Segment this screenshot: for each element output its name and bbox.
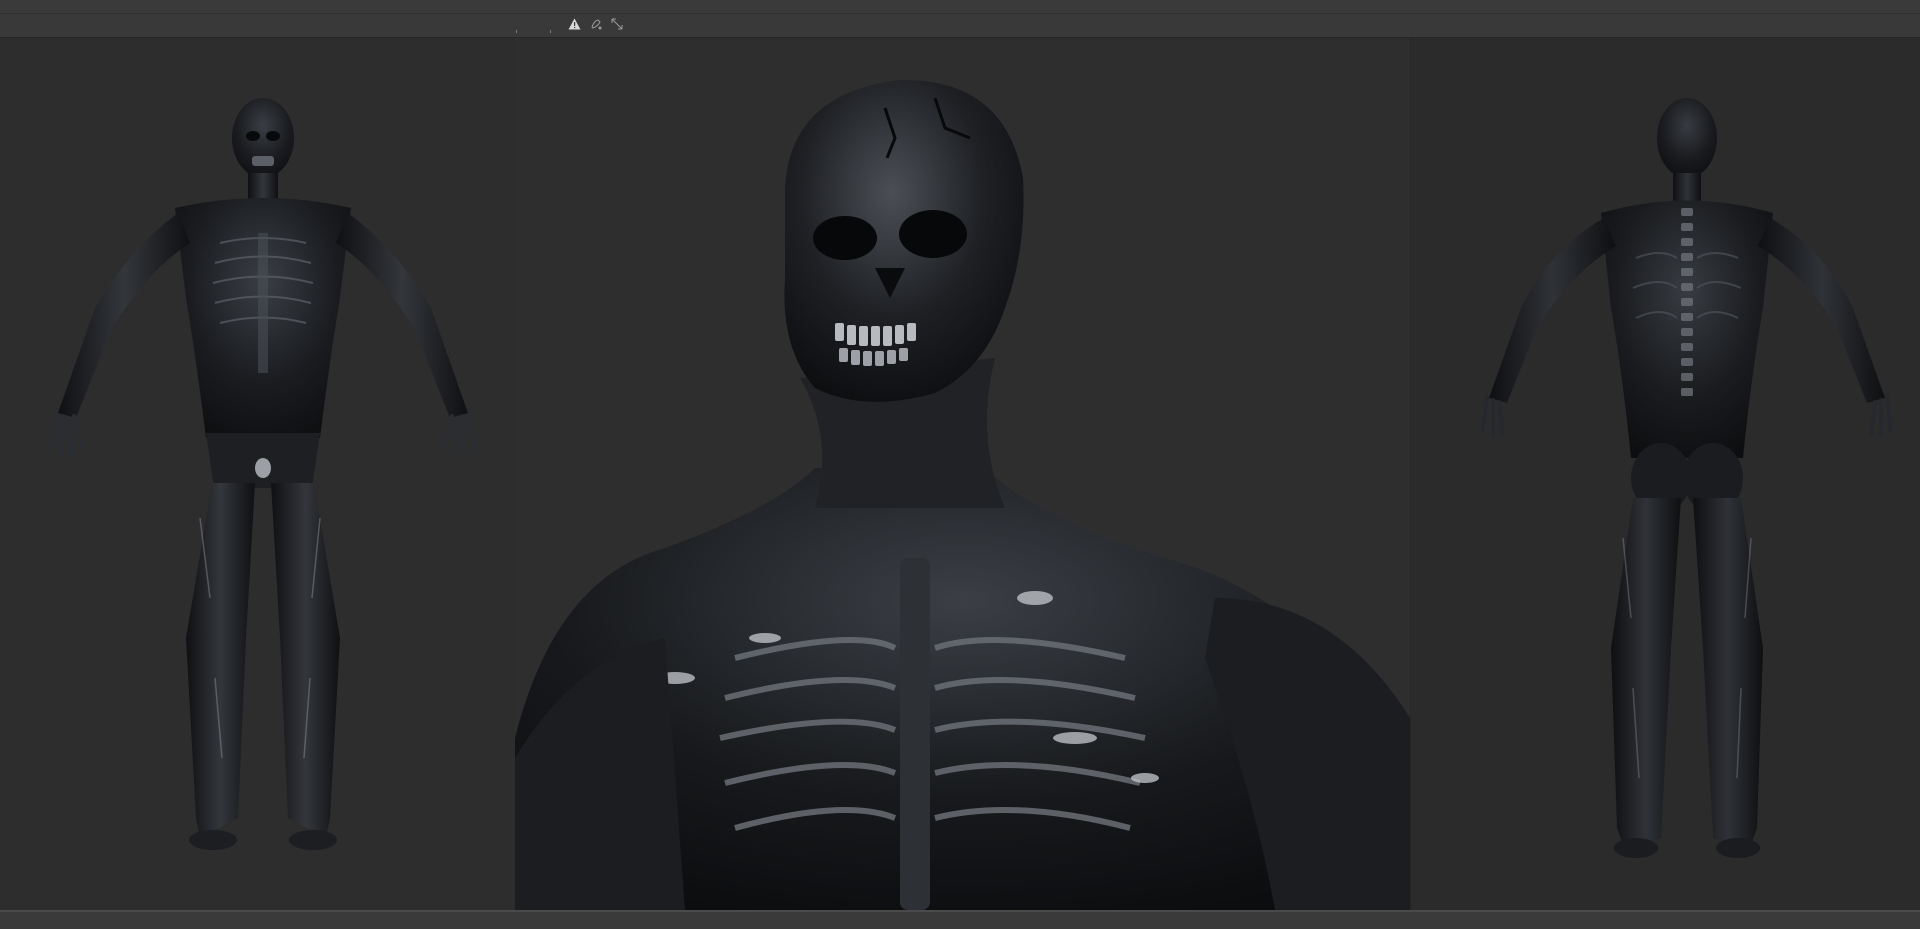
brush-icon[interactable] (589, 17, 603, 31)
front-view-panel[interactable] (0, 38, 515, 910)
back-view-panel[interactable] (1410, 38, 1920, 910)
creature-front-render (50, 98, 476, 850)
sculpt-viewer-window (0, 0, 1920, 929)
slider-tick (516, 30, 517, 33)
status-bar (0, 910, 1920, 929)
creature-closeup-render (515, 79, 1410, 910)
toolbar (0, 14, 1920, 46)
warning-icon[interactable] (567, 17, 581, 31)
resize-icon[interactable] (610, 17, 624, 31)
creature-back-render (1481, 98, 1893, 858)
closeup-view-panel[interactable] (515, 38, 1410, 910)
slider-tick (550, 30, 551, 33)
title-bar (0, 0, 1920, 14)
viewport-area[interactable] (0, 38, 1920, 910)
